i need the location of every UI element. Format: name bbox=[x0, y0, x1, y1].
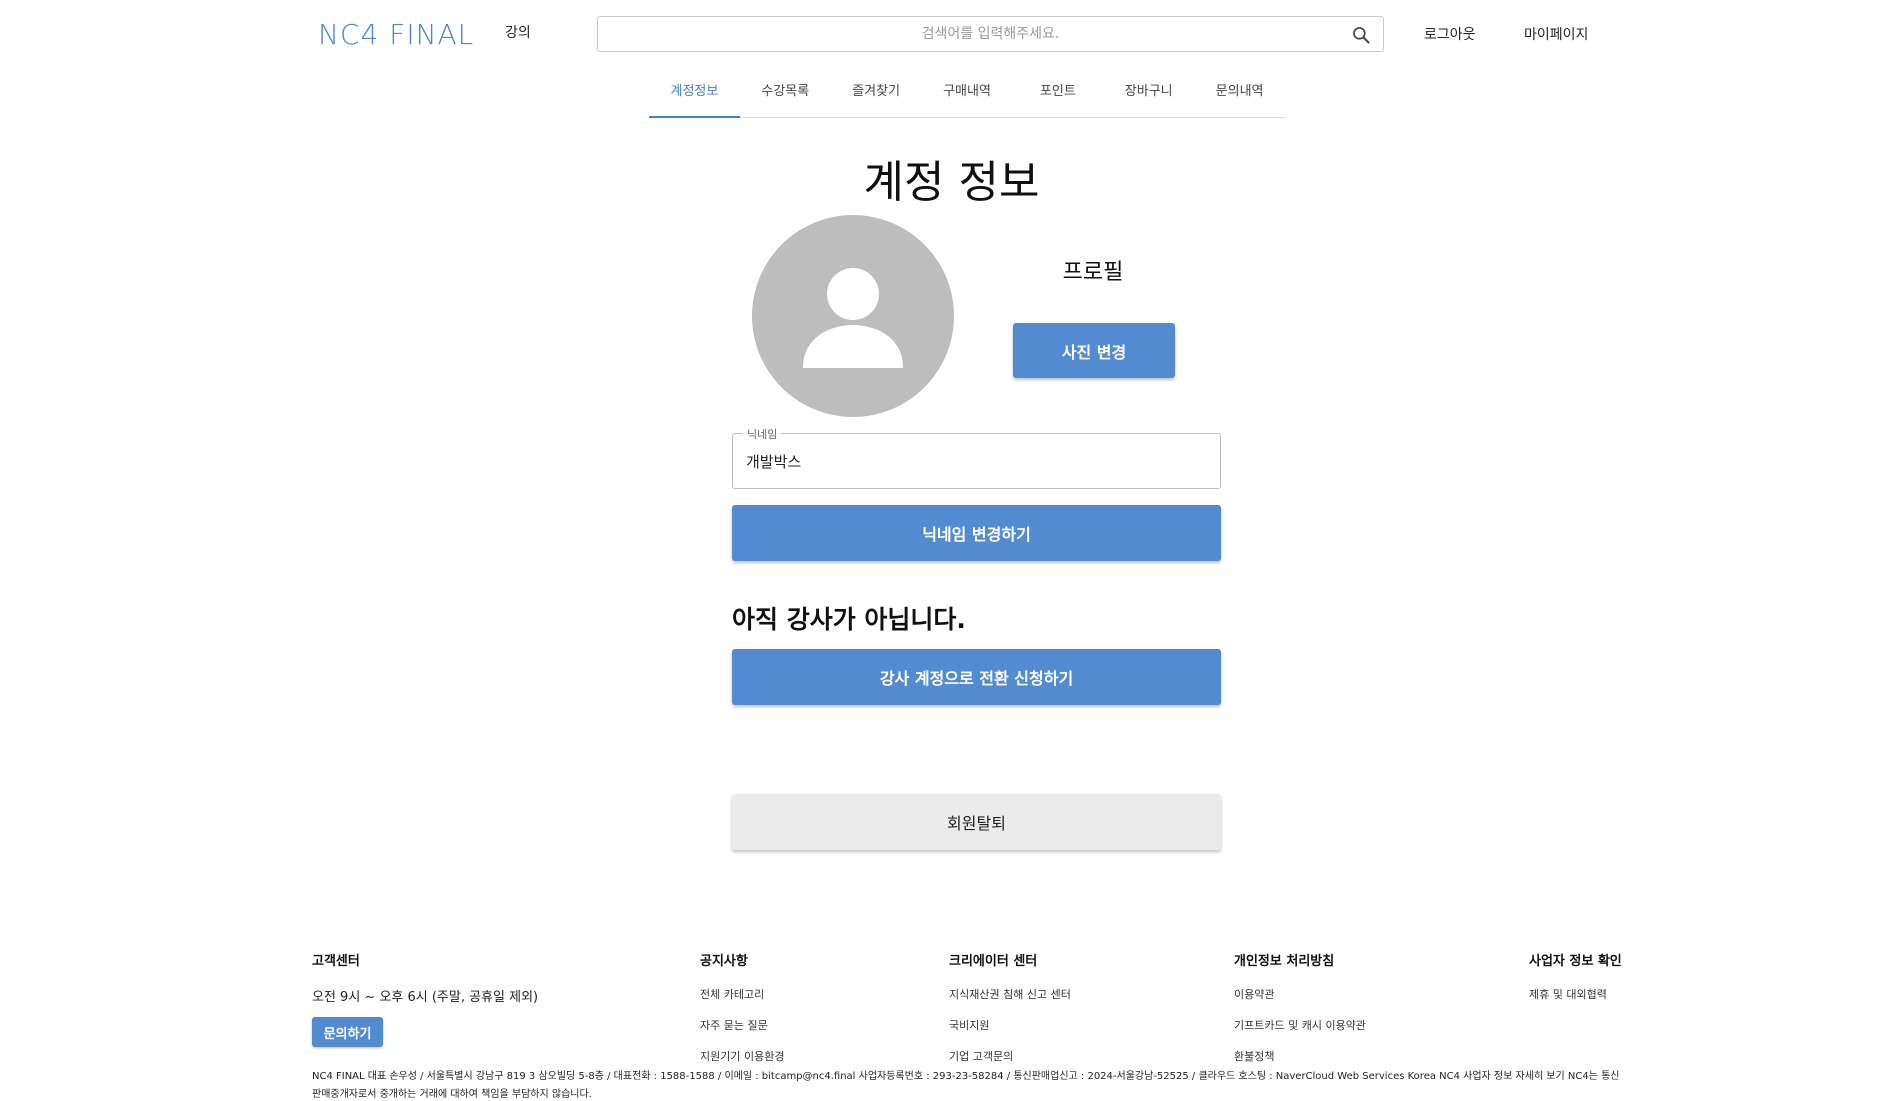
footer-creator-title: 크리에이터 센터 bbox=[949, 954, 1038, 969]
tab-points[interactable]: 포인트 bbox=[1012, 72, 1103, 118]
company-info: NC4 FINAL 대표 손우성 / 서울특별시 강남구 819 3 삼오빌딩 … bbox=[312, 1071, 1620, 1100]
withdraw-button[interactable]: 회원탈퇴 bbox=[732, 794, 1221, 850]
footer-support-title: 고객센터 bbox=[312, 954, 360, 969]
support-hours: 오전 9시 ~ 오후 6시 (주말, 공휴일 제외) bbox=[312, 990, 539, 1005]
avatar bbox=[752, 215, 954, 417]
page-title: 계정 정보 bbox=[863, 157, 1040, 208]
nickname-field: 닉네임 bbox=[732, 426, 1221, 489]
footer-link[interactable]: 지원기기 이용환경 bbox=[700, 1048, 784, 1064]
mypage-link[interactable]: 마이페이지 bbox=[1524, 24, 1588, 44]
nav-course-link[interactable]: 강의 bbox=[505, 22, 531, 42]
change-nickname-button[interactable]: 닉네임 변경하기 bbox=[732, 505, 1221, 561]
footer-link[interactable]: 국비지원 bbox=[949, 1017, 1071, 1033]
tab-account-info[interactable]: 계정정보 bbox=[649, 72, 740, 118]
footer-notice: 공지사항 전체 카테고리 자주 묻는 질문 지원기기 이용환경 bbox=[700, 950, 784, 1079]
footer-creator: 크리에이터 센터 지식재산권 침해 신고 센터 국비지원 기업 고객문의 bbox=[949, 950, 1071, 1079]
apply-instructor-button[interactable]: 강사 계정으로 전환 신청하기 bbox=[732, 649, 1221, 705]
search-input[interactable] bbox=[598, 17, 1383, 51]
footer-privacy: 개인정보 처리방침 이용약관 기프트카드 및 캐시 이용약관 환불정책 bbox=[1234, 950, 1366, 1079]
footer-link[interactable]: 제휴 및 대외협력 bbox=[1529, 986, 1622, 1002]
footer-link[interactable]: 환불정책 bbox=[1234, 1048, 1366, 1064]
footer-business-title: 사업자 정보 확인 bbox=[1529, 954, 1622, 969]
footer-support: 고객센터 오전 9시 ~ 오후 6시 (주말, 공휴일 제외) 문의하기 bbox=[312, 950, 538, 1047]
instructor-status: 아직 강사가 아닙니다. bbox=[732, 605, 966, 634]
nickname-label: 닉네임 bbox=[743, 426, 782, 442]
nickname-input[interactable] bbox=[746, 452, 1206, 470]
tab-inquiries[interactable]: 문의내역 bbox=[1194, 72, 1285, 118]
footer-privacy-title: 개인정보 처리방침 bbox=[1234, 954, 1335, 969]
footer-link[interactable]: 지식재산권 침해 신고 센터 bbox=[949, 986, 1071, 1002]
footer-link[interactable]: 이용약관 bbox=[1234, 986, 1366, 1002]
search-icon[interactable] bbox=[1351, 25, 1371, 45]
tab-course-list[interactable]: 수강목록 bbox=[740, 72, 831, 118]
tab-cart[interactable]: 장바구니 bbox=[1103, 72, 1194, 118]
logo[interactable]: NC4 FINAL bbox=[318, 18, 474, 52]
footer-link[interactable]: 기업 고객문의 bbox=[949, 1048, 1071, 1064]
footer-notice-title: 공지사항 bbox=[700, 954, 748, 969]
footer-link[interactable]: 전체 카테고리 bbox=[700, 986, 784, 1002]
inquiry-button[interactable]: 문의하기 bbox=[312, 1017, 383, 1047]
footer-link[interactable]: 자주 묻는 질문 bbox=[700, 1017, 784, 1033]
footer-link[interactable]: 기프트카드 및 캐시 이용약관 bbox=[1234, 1017, 1366, 1033]
profile-label: 프로필 bbox=[1062, 260, 1124, 285]
search-bar bbox=[597, 16, 1384, 52]
logout-link[interactable]: 로그아웃 bbox=[1424, 24, 1476, 44]
change-photo-button[interactable]: 사진 변경 bbox=[1013, 323, 1175, 378]
person-icon bbox=[803, 268, 903, 368]
tab-purchases[interactable]: 구매내역 bbox=[922, 72, 1013, 118]
tab-favorites[interactable]: 즐겨찾기 bbox=[831, 72, 922, 118]
footer-business: 사업자 정보 확인 제휴 및 대외협력 bbox=[1529, 950, 1622, 1017]
mypage-tabs: 계정정보 수강목록 즐겨찾기 구매내역 포인트 장바구니 문의내역 bbox=[649, 72, 1285, 118]
